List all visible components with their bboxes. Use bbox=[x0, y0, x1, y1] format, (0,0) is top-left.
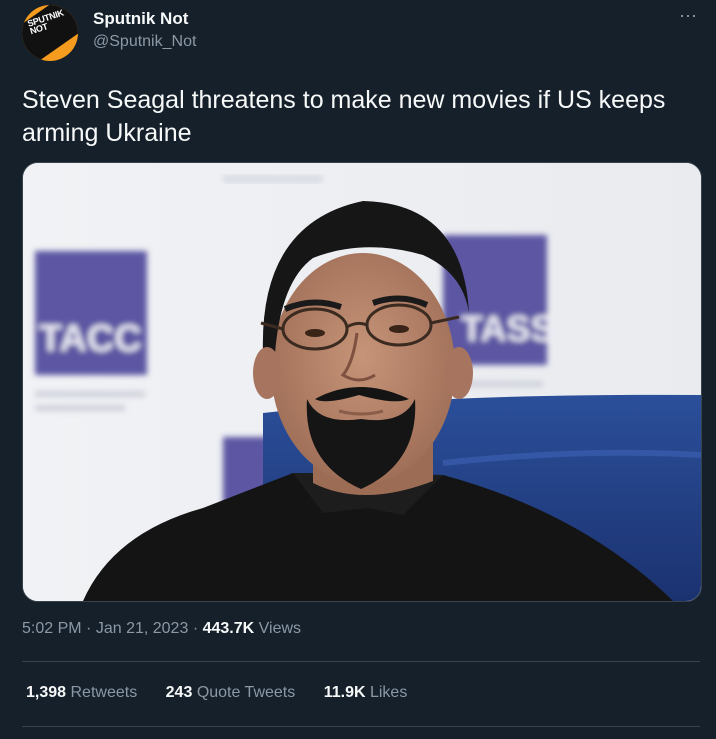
quote-tweets-stat[interactable]: 243 Quote Tweets bbox=[166, 684, 296, 702]
tweet-metadata: 5:02 PM · Jan 21, 2023 · 443.7K Views bbox=[22, 620, 301, 638]
divider-top bbox=[22, 661, 700, 662]
divider-bottom bbox=[22, 726, 700, 727]
svg-text:TACC: TACC bbox=[39, 318, 142, 360]
author-handle[interactable]: @Sputnik_Not bbox=[93, 33, 196, 51]
tweet-photo[interactable]: TACC TASS bbox=[22, 162, 702, 602]
retweets-stat[interactable]: 1,398 Retweets bbox=[26, 684, 137, 702]
more-options-icon[interactable]: ⋯ bbox=[676, 6, 700, 30]
meta-separator: · bbox=[192, 620, 203, 637]
avatar[interactable]: SPUTNIK NOT bbox=[22, 5, 78, 61]
author-name[interactable]: Sputnik Not bbox=[93, 9, 188, 29]
retweets-label: Retweets bbox=[70, 684, 138, 701]
retweets-count: 1,398 bbox=[26, 684, 67, 701]
likes-stat[interactable]: 11.9K Likes bbox=[324, 684, 408, 702]
tweet-date[interactable]: Jan 21, 2023 bbox=[96, 620, 189, 637]
likes-label: Likes bbox=[369, 684, 408, 701]
photo-illustration: TACC TASS bbox=[23, 163, 701, 601]
tweet-text: Steven Seagal threatens to make new movi… bbox=[22, 86, 666, 147]
tweet-time[interactable]: 5:02 PM bbox=[22, 620, 82, 637]
quote-tweets-label: Quote Tweets bbox=[196, 684, 296, 701]
quote-tweets-count: 243 bbox=[165, 684, 193, 701]
engagement-stats: 1,398 Retweets 243 Quote Tweets 11.9K Li… bbox=[26, 684, 431, 702]
likes-count: 11.9K bbox=[323, 684, 366, 701]
svg-text:TASS: TASS bbox=[461, 308, 554, 349]
meta-separator: · bbox=[86, 620, 96, 637]
views-count: 443.7K bbox=[202, 620, 255, 637]
views-label: Views bbox=[258, 620, 302, 637]
